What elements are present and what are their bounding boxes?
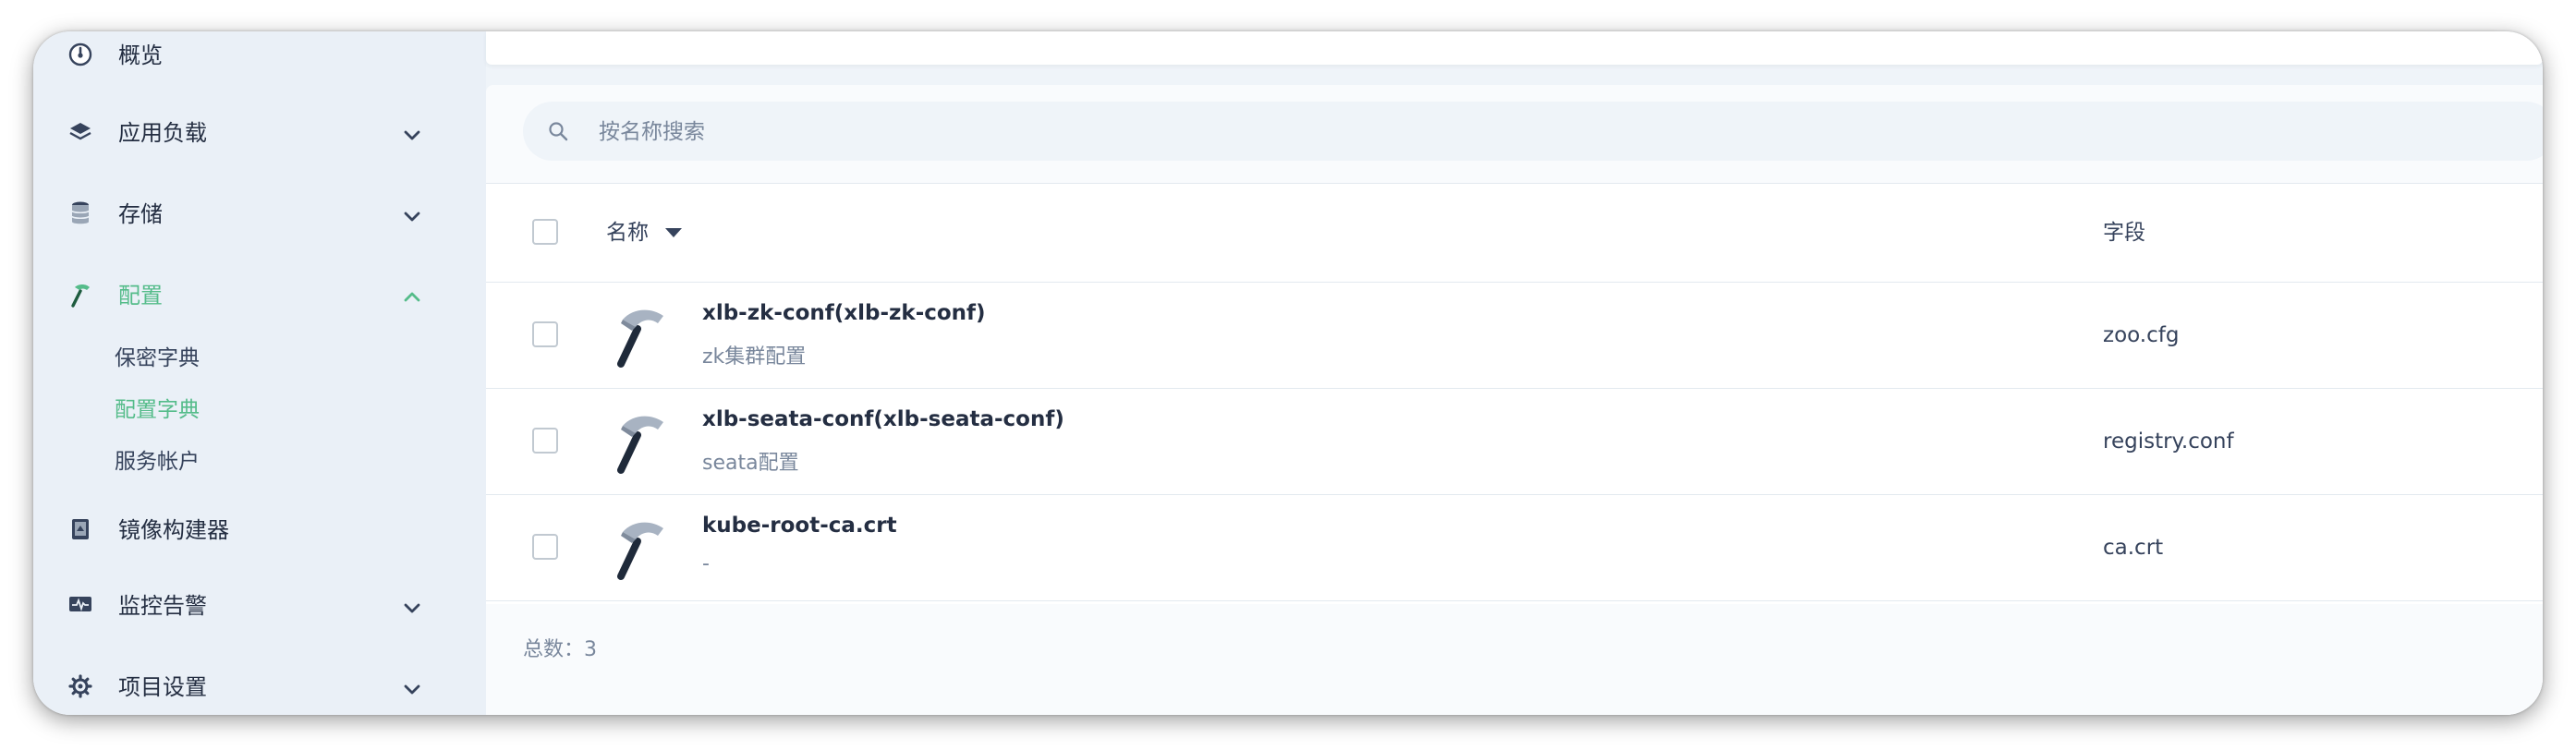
nav-item-storage[interactable]: 存储 — [33, 187, 486, 242]
sidebar: 概览 应用负载 存储 配置 保密字典 配置字典 服务帐户 镜像构建器 监控告警 … — [33, 31, 486, 715]
nav-label: 项目设置 — [118, 674, 207, 700]
configmap-description: - — [702, 552, 710, 575]
sidebar-item-service-accounts[interactable]: 服务帐户 — [115, 443, 200, 480]
table-row[interactable]: xlb-zk-conf(xlb-zk-conf) zk集群配置 zoo.cfg — [486, 283, 2543, 389]
nav-item-image-builder[interactable]: 镜像构建器 — [33, 502, 486, 558]
image-builder-icon — [67, 515, 94, 543]
configmap-name-link[interactable]: xlb-zk-conf(xlb-zk-conf) — [702, 301, 986, 325]
layers-icon — [67, 118, 94, 146]
configmap-description: zk集群配置 — [702, 345, 807, 369]
chevron-down-icon — [404, 130, 420, 140]
hammer-icon — [610, 515, 669, 582]
toolbar — [486, 85, 2543, 184]
monitor-icon — [67, 591, 94, 619]
select-all-checkbox[interactable] — [532, 219, 558, 245]
search-box[interactable] — [523, 102, 2543, 163]
table-row[interactable]: xlb-seata-conf(xlb-seata-conf) seata配置 r… — [486, 389, 2543, 495]
configmap-field: zoo.cfg — [2103, 323, 2180, 347]
hammer-icon — [610, 409, 669, 476]
chevron-down-icon — [404, 212, 420, 222]
chevron-down-icon — [404, 603, 420, 613]
configmap-description: seata配置 — [702, 452, 799, 475]
table-header: 名称 字段 — [486, 184, 2543, 283]
row-checkbox[interactable] — [532, 321, 558, 347]
nav-label: 概览 — [118, 42, 163, 68]
dashboard-icon — [67, 41, 94, 68]
chevron-up-icon — [404, 292, 420, 302]
hammer-icon — [67, 281, 94, 308]
chevron-down-icon — [404, 684, 420, 695]
nav-item-monitoring[interactable]: 监控告警 — [33, 578, 486, 634]
database-icon — [67, 200, 94, 227]
nav-label: 配置 — [118, 283, 163, 308]
header-card — [486, 31, 2543, 65]
nav-item-overview[interactable]: 概览 — [33, 31, 486, 83]
column-header-field: 字段 — [2103, 221, 2145, 245]
nav-item-project-settings[interactable]: 项目设置 — [33, 659, 486, 715]
row-checkbox[interactable] — [532, 534, 558, 560]
search-input[interactable] — [597, 102, 2356, 163]
total-count: 总数：3 — [523, 638, 597, 661]
nav-label: 存储 — [118, 201, 163, 227]
sidebar-item-secrets[interactable]: 保密字典 — [115, 340, 200, 377]
app-window: 概览 应用负载 存储 配置 保密字典 配置字典 服务帐户 镜像构建器 监控告警 … — [33, 31, 2543, 715]
nav-label: 镜像构建器 — [118, 517, 229, 543]
configmap-name-link[interactable]: xlb-seata-conf(xlb-seata-conf) — [702, 407, 1064, 431]
configmap-list-panel: 名称 字段 xlb-zk-conf(xlb-zk-conf) zk集群配置 zo… — [486, 85, 2543, 715]
configmap-name-link[interactable]: kube-root-ca.crt — [702, 514, 897, 538]
table-row[interactable]: kube-root-ca.crt - ca.crt — [486, 495, 2543, 601]
sidebar-item-configmaps[interactable]: 配置字典 — [115, 392, 200, 429]
configmap-field: ca.crt — [2103, 536, 2164, 560]
configmap-field: registry.conf — [2103, 429, 2234, 454]
nav-label: 监控告警 — [118, 593, 207, 619]
sort-caret-down-icon[interactable] — [665, 228, 682, 237]
nav-label: 应用负载 — [118, 120, 207, 146]
hammer-icon — [610, 303, 669, 369]
gear-icon — [67, 672, 94, 700]
column-header-name[interactable]: 名称 — [606, 184, 649, 282]
row-checkbox[interactable] — [532, 428, 558, 454]
nav-item-workloads[interactable]: 应用负载 — [33, 105, 486, 161]
table-footer: 总数：3 — [486, 604, 2543, 715]
search-icon — [549, 122, 568, 141]
nav-item-configuration[interactable]: 配置 — [33, 268, 486, 323]
